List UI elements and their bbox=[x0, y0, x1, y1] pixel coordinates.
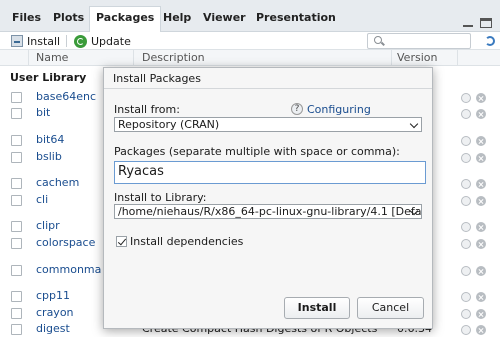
toolbar-divider bbox=[66, 35, 67, 47]
minimize-icon[interactable] bbox=[462, 18, 474, 28]
header-divider bbox=[391, 50, 392, 66]
search-icon bbox=[374, 36, 382, 44]
library-select[interactable]: /home/niehaus/R/x86_64-pc-linux-gnu-libr… bbox=[114, 204, 422, 219]
website-icon[interactable] bbox=[461, 93, 471, 103]
package-name-link[interactable]: cli bbox=[36, 193, 48, 206]
package-name-link[interactable]: colorspace bbox=[36, 236, 95, 249]
remove-package-icon[interactable] bbox=[476, 153, 486, 163]
package-checkbox[interactable] bbox=[11, 221, 22, 232]
website-icon[interactable] bbox=[461, 179, 471, 189]
update-icon bbox=[74, 34, 87, 48]
package-checkbox[interactable] bbox=[11, 291, 22, 302]
install-dependencies-checkbox[interactable] bbox=[116, 236, 127, 247]
package-checkbox[interactable] bbox=[11, 308, 22, 319]
install-packages-dialog: Install Packages Install from: ? Configu… bbox=[103, 67, 433, 329]
chevron-down-icon bbox=[409, 119, 419, 129]
packages-label: Packages (separate multiple with space o… bbox=[114, 145, 400, 158]
search-input[interactable] bbox=[367, 33, 471, 49]
remove-package-icon[interactable] bbox=[476, 109, 486, 119]
package-name-link[interactable]: crayon bbox=[36, 306, 74, 319]
website-icon[interactable] bbox=[461, 109, 471, 119]
package-checkbox[interactable] bbox=[11, 152, 22, 163]
website-icon[interactable] bbox=[461, 292, 471, 302]
maximize-icon[interactable] bbox=[480, 18, 492, 28]
pane-tab-strip: Files Plots Packages Help Viewer Present… bbox=[0, 0, 500, 33]
package-checkbox[interactable] bbox=[11, 238, 22, 249]
update-label: Update bbox=[91, 34, 131, 48]
remove-package-icon[interactable] bbox=[476, 196, 486, 206]
tab-plots[interactable]: Plots bbox=[47, 7, 90, 32]
help-icon[interactable]: ? bbox=[291, 103, 303, 115]
install-from-value: Repository (CRAN) bbox=[118, 118, 220, 131]
install-button[interactable]: Install bbox=[284, 297, 350, 319]
column-name[interactable]: Name bbox=[36, 51, 68, 64]
website-icon[interactable] bbox=[461, 222, 471, 232]
website-icon[interactable] bbox=[461, 153, 471, 163]
website-icon[interactable] bbox=[461, 239, 471, 249]
package-name-link[interactable]: cpp11 bbox=[36, 289, 70, 302]
refresh-icon[interactable] bbox=[485, 36, 495, 46]
packages-toolbar: Install Update bbox=[0, 32, 500, 50]
remove-package-icon[interactable] bbox=[476, 266, 486, 276]
dialog-title: Install Packages bbox=[104, 68, 432, 89]
install-button[interactable]: Install bbox=[11, 32, 60, 50]
remove-package-icon[interactable] bbox=[476, 309, 486, 319]
website-icon[interactable] bbox=[461, 196, 471, 206]
install-label: Install bbox=[27, 34, 61, 48]
package-name-link[interactable]: commonmark bbox=[36, 263, 102, 276]
remove-package-icon[interactable] bbox=[476, 325, 486, 335]
package-checkbox[interactable] bbox=[11, 135, 22, 146]
tab-packages[interactable]: Packages bbox=[89, 6, 162, 33]
remove-package-icon[interactable] bbox=[476, 292, 486, 302]
website-icon[interactable] bbox=[461, 266, 471, 276]
website-icon[interactable] bbox=[461, 136, 471, 146]
package-checkbox[interactable] bbox=[11, 92, 22, 103]
cancel-button[interactable]: Cancel bbox=[357, 297, 424, 319]
remove-package-icon[interactable] bbox=[476, 239, 486, 249]
package-name-link[interactable]: digest bbox=[36, 322, 70, 335]
package-checkbox[interactable] bbox=[11, 178, 22, 189]
install-dependencies-label[interactable]: Install dependencies bbox=[130, 235, 243, 248]
package-name-link[interactable]: base64enc bbox=[36, 90, 96, 103]
update-button[interactable]: Update bbox=[74, 32, 131, 50]
install-icon bbox=[11, 35, 23, 47]
package-checkbox[interactable] bbox=[11, 265, 22, 276]
header-divider bbox=[133, 50, 134, 66]
tab-presentation[interactable]: Presentation bbox=[250, 7, 342, 32]
remove-package-icon[interactable] bbox=[476, 222, 486, 232]
tab-help[interactable]: Help bbox=[157, 7, 197, 32]
install-from-select[interactable]: Repository (CRAN) bbox=[114, 117, 422, 132]
column-version[interactable]: Version bbox=[397, 51, 437, 64]
header-divider bbox=[457, 50, 458, 66]
column-description[interactable]: Description bbox=[142, 51, 205, 64]
remove-package-icon[interactable] bbox=[476, 179, 486, 189]
package-table-header: Name Description Version bbox=[0, 50, 500, 66]
website-icon[interactable] bbox=[461, 325, 471, 335]
package-checkbox[interactable] bbox=[11, 108, 22, 119]
install-to-library-label: Install to Library: bbox=[114, 191, 207, 204]
package-checkbox[interactable] bbox=[11, 324, 22, 335]
package-checkbox[interactable] bbox=[11, 195, 22, 206]
tab-viewer[interactable]: Viewer bbox=[197, 7, 252, 32]
tab-files[interactable]: Files bbox=[6, 7, 47, 32]
package-name-link[interactable]: cachem bbox=[36, 176, 79, 189]
package-name-link[interactable]: bit bbox=[36, 106, 50, 119]
install-from-label: Install from: bbox=[114, 103, 180, 116]
remove-package-icon[interactable] bbox=[476, 136, 486, 146]
user-library-heading: User Library bbox=[10, 71, 87, 84]
header-divider bbox=[28, 50, 29, 66]
packages-input[interactable]: Ryacas bbox=[114, 161, 426, 184]
package-name-link[interactable]: bit64 bbox=[36, 133, 64, 146]
library-value: /home/niehaus/R/x86_64-pc-linux-gnu-libr… bbox=[118, 205, 422, 218]
package-name-link[interactable]: bslib bbox=[36, 150, 62, 163]
package-name-link[interactable]: clipr bbox=[36, 219, 60, 232]
remove-package-icon[interactable] bbox=[476, 93, 486, 103]
website-icon[interactable] bbox=[461, 309, 471, 319]
